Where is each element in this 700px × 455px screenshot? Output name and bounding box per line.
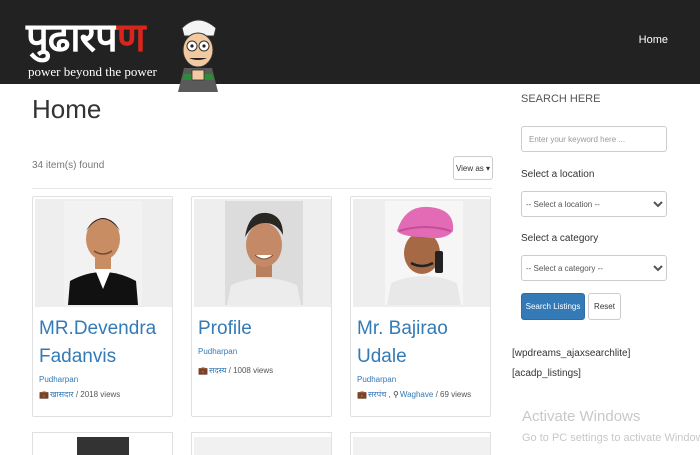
nav-home-link[interactable]: Home [639, 34, 668, 46]
listing-card[interactable] [350, 432, 491, 455]
briefcase-icon: 💼 [198, 366, 208, 375]
listing-title[interactable]: Mr. Bajirao Udale [357, 315, 489, 371]
page-title: Home [32, 94, 102, 124]
results-count: 34 item(s) found [32, 160, 105, 171]
listing-card[interactable] [32, 432, 173, 455]
shortcode-text: [wpdreams_ajaxsearchlite] [512, 348, 631, 359]
listing-category-link[interactable]: सदस्य [209, 366, 226, 375]
logo-text-main: पुढारप [26, 15, 118, 61]
listing-category-link[interactable]: खासदार [50, 390, 74, 399]
person-photo-icon [225, 201, 303, 305]
site-header: पुढारपण power beyond the power Home [0, 0, 700, 92]
location-select[interactable]: -- Select a location -- [521, 191, 667, 217]
sidebar-title: SEARCH HERE [521, 93, 601, 105]
listing-author[interactable]: Pudharpan [198, 347, 237, 356]
view-as-dropdown[interactable]: View as ▾ [453, 156, 493, 180]
listing-meta: 💼सरपंच , ⚲Waghave / 69 views [357, 390, 472, 399]
listing-views: / 2018 views [75, 390, 121, 399]
listing-author[interactable]: Pudharpan [357, 375, 396, 384]
listing-title[interactable]: Profile [198, 315, 330, 343]
listing-meta: 💼खासदार / 2018 views [39, 389, 120, 400]
listing-location-link[interactable]: Waghave [400, 390, 434, 399]
listing-card[interactable]: MR.Devendra Fadanvis Pudharpan 💼खासदार /… [32, 196, 173, 417]
listing-thumbnail[interactable] [77, 437, 129, 455]
shortcode-text: [acadp_listings] [512, 368, 581, 379]
map-marker-icon: ⚲ [392, 390, 399, 399]
site-logo[interactable]: पुढारपण power beyond the power [24, 12, 218, 92]
listing-card[interactable] [191, 432, 332, 455]
listing-thumbnail[interactable] [353, 437, 490, 455]
category-label: Select a category [521, 233, 599, 244]
briefcase-icon: 💼 [39, 390, 49, 399]
listing-category-link[interactable]: सरपंच [368, 390, 386, 399]
listing-thumbnail[interactable] [353, 199, 490, 307]
person-photo-icon [385, 201, 463, 305]
briefcase-icon: 💼 [357, 390, 367, 399]
reset-button[interactable]: Reset [588, 293, 621, 320]
activate-windows-watermark: Activate Windows [522, 408, 641, 425]
logo-tagline: power beyond the power [28, 64, 157, 79]
listing-author[interactable]: Pudharpan [39, 375, 78, 384]
listing-card[interactable]: Profile Pudharpan 💼सदस्य / 1008 views [191, 196, 332, 417]
listing-views: / 69 views [435, 390, 472, 399]
listing-meta: 💼सदस्य / 1008 views [198, 365, 273, 376]
logo-cartoon-icon [178, 19, 218, 92]
listing-title[interactable]: MR.Devendra Fadanvis [39, 315, 171, 371]
listing-thumbnail[interactable] [194, 199, 331, 307]
search-listings-button[interactable]: Search Listings [521, 293, 585, 320]
listing-thumbnail[interactable] [194, 437, 331, 455]
logo-text-accent: ण [116, 15, 146, 61]
category-select[interactable]: -- Select a category -- [521, 255, 667, 281]
person-photo-icon [64, 201, 142, 305]
listing-views: / 1008 views [228, 366, 274, 375]
divider [32, 188, 492, 189]
listing-thumbnail[interactable] [35, 199, 172, 307]
location-label: Select a location [521, 169, 595, 180]
listing-card[interactable]: Mr. Bajirao Udale Pudharpan 💼सरपंच , ⚲Wa… [350, 196, 491, 417]
keyword-search-input[interactable] [521, 126, 667, 152]
activate-windows-subtitle: Go to PC settings to activate Windows. [522, 432, 700, 444]
